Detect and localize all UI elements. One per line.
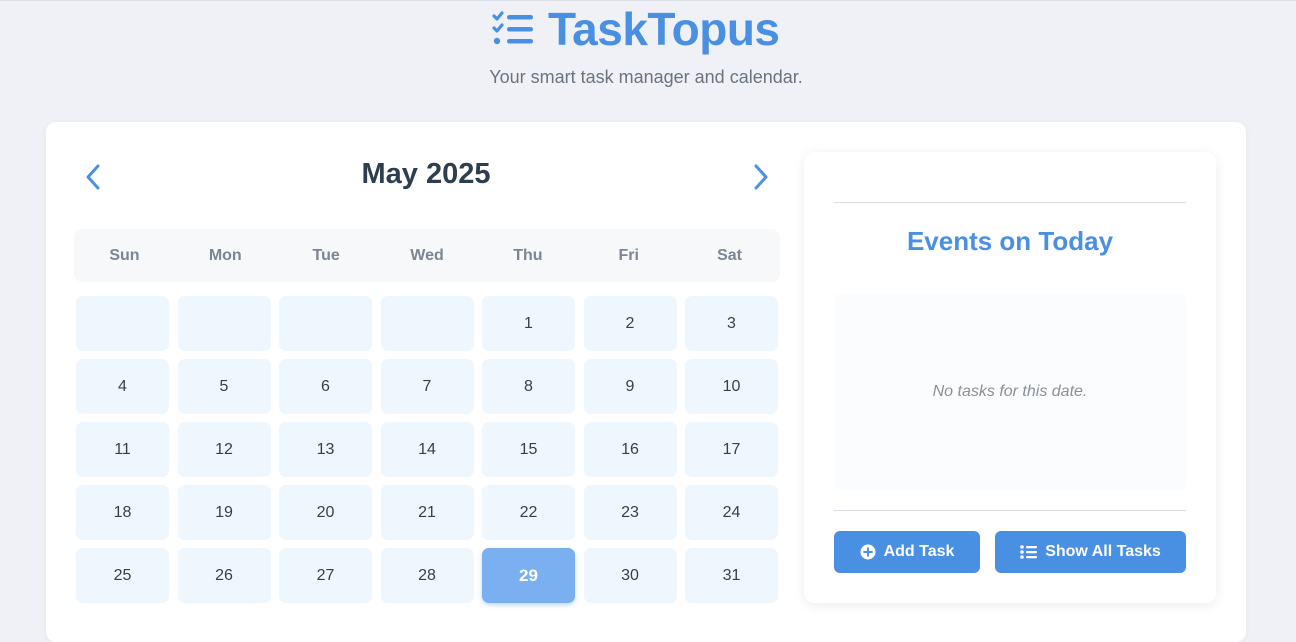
calendar-day-empty (279, 296, 372, 351)
events-panel: Events on Today No tasks for this date. … (804, 152, 1216, 603)
checklist-icon (492, 11, 533, 45)
calendar-day[interactable]: 30 (583, 548, 677, 603)
calendar-day-empty (380, 296, 474, 351)
calendar-day[interactable]: 4 (76, 359, 169, 414)
plus-circle-icon (860, 544, 876, 560)
divider (834, 202, 1186, 203)
weekday-fri: Fri (618, 246, 639, 264)
add-task-label: Add Task (883, 543, 955, 560)
divider (834, 510, 1186, 511)
calendar-day-empty (177, 296, 271, 351)
calendar-day[interactable]: 18 (76, 485, 169, 540)
calendar-day[interactable]: 2 (583, 296, 677, 351)
calendar-card: May 2025 Sun Mon Tue Wed Thu Fri Sat 123… (46, 122, 1246, 642)
calendar-day[interactable]: 1 (482, 296, 575, 351)
calendar-day[interactable]: 20 (279, 485, 372, 540)
calendar-day[interactable]: 10 (685, 359, 778, 414)
calendar-day[interactable]: 15 (482, 422, 575, 477)
empty-message: No tasks for this date. (932, 383, 1088, 400)
events-title: Events on Today (906, 226, 1114, 256)
weekday-header: Sun Mon Tue Wed Thu Fri Sat (74, 229, 780, 282)
next-month-button[interactable] (746, 160, 776, 194)
calendar-day[interactable]: 24 (685, 485, 778, 540)
weekday-thu: Thu (513, 246, 543, 264)
calendar-day[interactable]: 19 (177, 485, 271, 540)
weekday-sun: Sun (109, 246, 140, 264)
calendar-day[interactable]: 17 (685, 422, 778, 477)
calendar-day[interactable]: 3 (685, 296, 778, 351)
chevron-right-icon (754, 164, 768, 190)
calendar-day[interactable]: 26 (177, 548, 271, 603)
calendar-day[interactable]: 11 (76, 422, 169, 477)
calendar-day[interactable]: 23 (583, 485, 677, 540)
calendar-day[interactable]: 22 (482, 485, 575, 540)
weekday-wed: Wed (410, 246, 444, 264)
calendar-day[interactable]: 25 (76, 548, 169, 603)
weekday-mon: Mon (208, 246, 242, 264)
calendar-day[interactable]: 8 (482, 359, 575, 414)
calendar-day[interactable]: 12 (177, 422, 271, 477)
show-all-tasks-button[interactable]: Show All Tasks (995, 531, 1186, 573)
calendar-day-selected[interactable]: 29 (482, 548, 575, 603)
calendar-day[interactable]: 16 (583, 422, 677, 477)
events-list: No tasks for this date. (834, 294, 1186, 490)
app-subtitle: Your smart task manager and calendar. (489, 67, 803, 87)
calendar-day[interactable]: 6 (279, 359, 372, 414)
weekday-sat: Sat (717, 246, 743, 264)
list-icon (1020, 545, 1038, 559)
calendar-day-empty (76, 296, 169, 351)
app-title: TaskTopus (548, 3, 780, 55)
calendar-day[interactable]: 13 (279, 422, 372, 477)
month-title: May 2025 (361, 158, 491, 190)
add-task-button[interactable]: Add Task (834, 531, 980, 573)
brand: TaskTopus (492, 4, 780, 54)
show-all-tasks-label: Show All Tasks (1045, 543, 1161, 560)
calendar-day[interactable]: 5 (177, 359, 271, 414)
calendar-day[interactable]: 14 (380, 422, 474, 477)
calendar-day[interactable]: 31 (685, 548, 778, 603)
calendar-day[interactable]: 28 (380, 548, 474, 603)
calendar-days-grid: 1 2 3 4 5 6 7 8 9 10 11 12 13 14 15 16 17 18 19 20 21 22 23 24 2… (76, 296, 780, 603)
chevron-left-icon (86, 164, 100, 190)
calendar-day[interactable]: 27 (279, 548, 372, 603)
prev-month-button[interactable] (78, 160, 108, 194)
calendar-day[interactable]: 9 (583, 359, 677, 414)
weekday-tue: Tue (312, 246, 340, 264)
calendar-day[interactable]: 21 (380, 485, 474, 540)
app-header: TaskTopus Your smart task manager and ca… (0, 1, 1296, 101)
calendar-day[interactable]: 7 (380, 359, 474, 414)
